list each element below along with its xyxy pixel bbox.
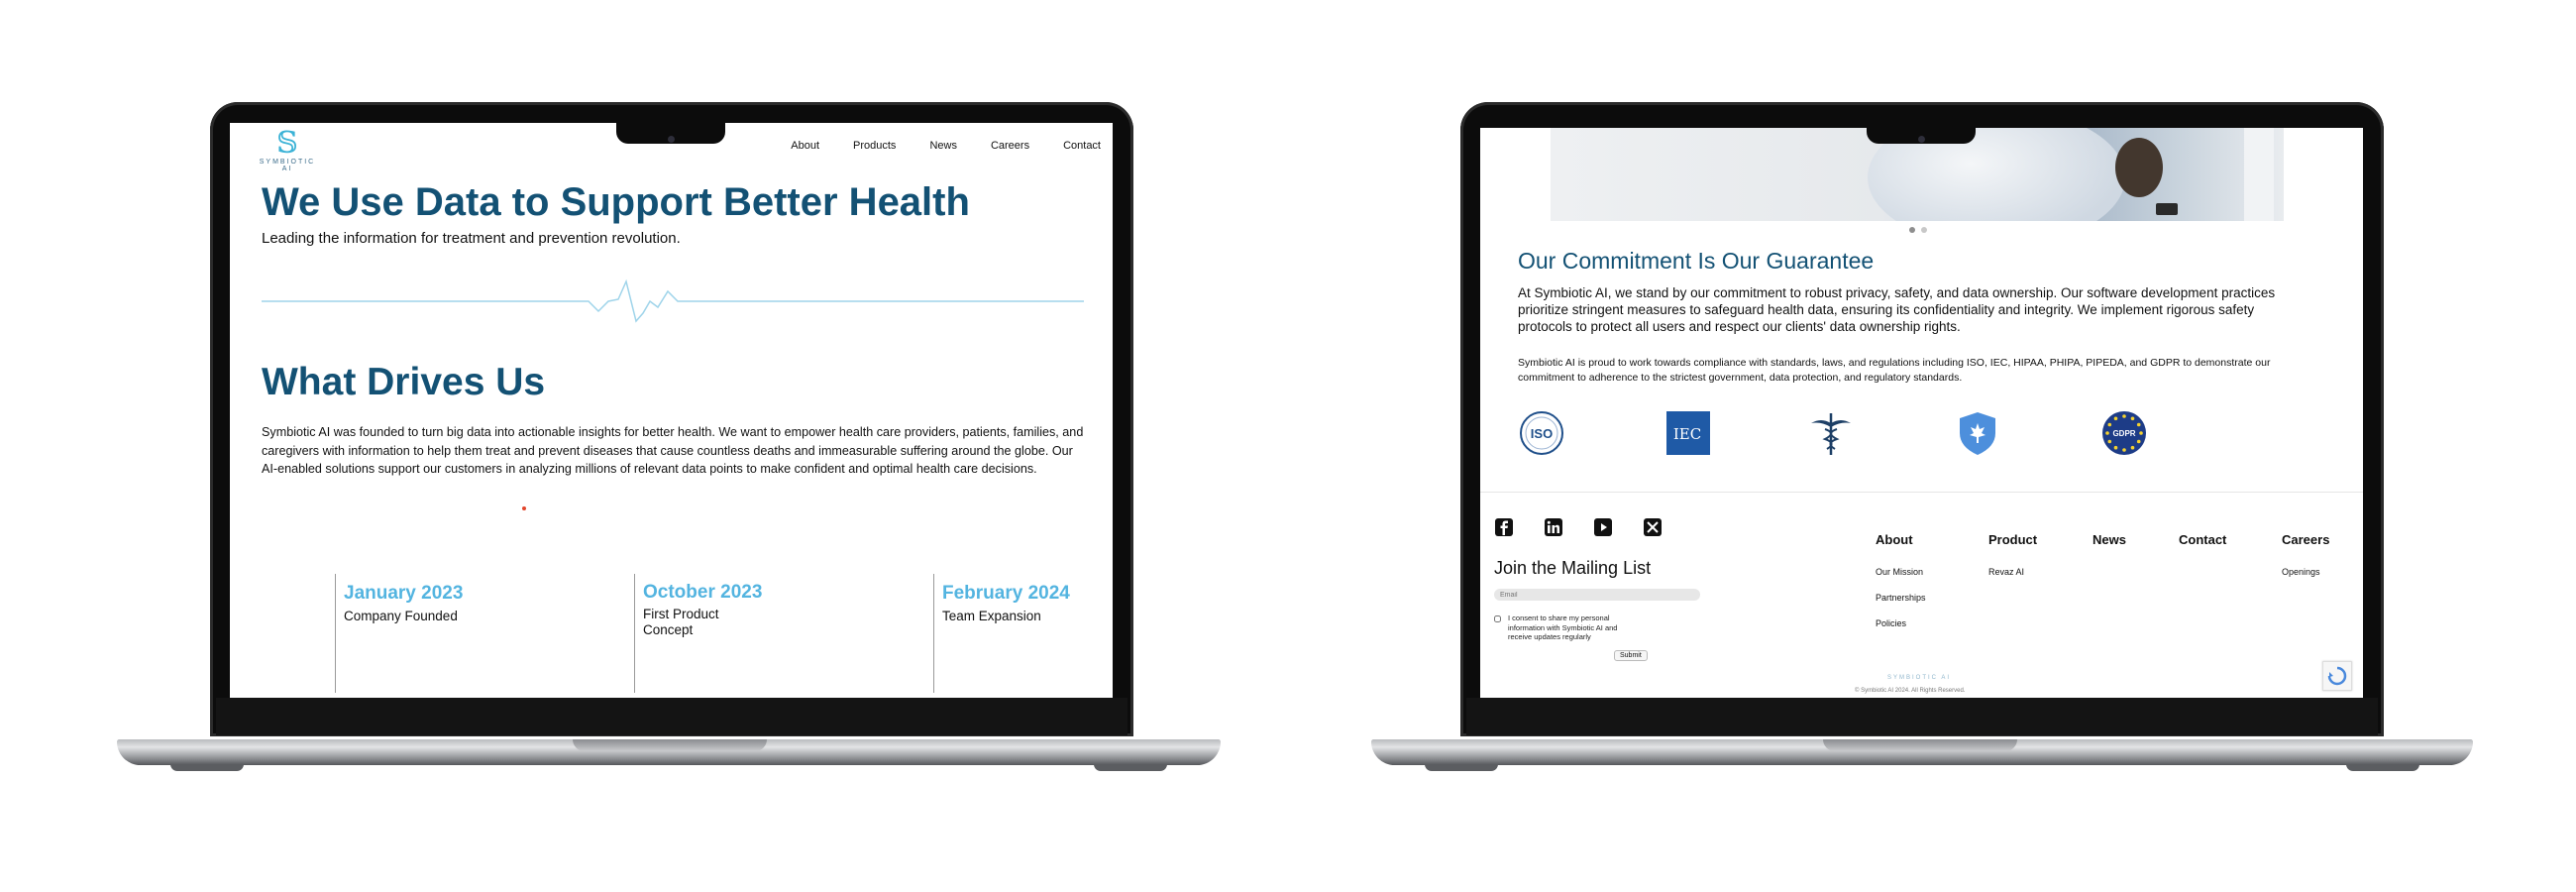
linkedin-icon[interactable] (1544, 517, 1563, 537)
footer-link-revaz-ai[interactable]: Revaz AI (1988, 567, 2024, 577)
footer-heading-product[interactable]: Product (1988, 532, 2037, 547)
footer-divider (1480, 492, 2363, 493)
laptop-foot (170, 764, 244, 771)
left-screen: 𝕊 SYMBIOTIC AI About Products News Caree… (230, 123, 1113, 698)
timeline-text: First Product Concept (643, 607, 719, 637)
camera-notch (616, 123, 725, 144)
caduceus-icon (1811, 413, 1851, 455)
footer-link-openings[interactable]: Openings (2282, 567, 2320, 577)
footer-heading-contact[interactable]: Contact (2179, 532, 2226, 547)
section-body: Symbiotic AI was founded to turn big dat… (262, 425, 1084, 476)
logo-wordmark: SYMBIOTIC AI (259, 159, 316, 172)
timeline-text: Team Expansion (942, 609, 1041, 623)
x-icon[interactable] (1643, 517, 1663, 537)
camera-icon (1918, 136, 1925, 143)
recaptcha-icon[interactable] (2322, 661, 2352, 691)
laptop-chin (216, 698, 1127, 735)
nav-news[interactable]: News (929, 140, 957, 152)
laptop-chin (1466, 698, 2378, 735)
consent-checkbox[interactable] (1494, 615, 1501, 622)
camera-notch (1867, 123, 1976, 144)
commitment-title: Our Commitment Is Our Guarantee (1518, 248, 1875, 274)
heartbeat-line-icon (262, 279, 1084, 323)
timeline-text: Company Founded (344, 609, 458, 623)
submit-button[interactable]: Submit (1614, 650, 1648, 661)
iso-badge-icon: ISO (1520, 411, 1563, 455)
nav-about[interactable]: About (791, 140, 819, 152)
commitment-paragraph: At Symbiotic AI, we stand by our commitm… (1518, 285, 2276, 334)
footer-link-partnerships[interactable]: Partnerships (1876, 593, 1926, 603)
site-logo[interactable]: 𝕊 SYMBIOTIC AI (258, 126, 317, 173)
svg-text:ISO: ISO (1531, 426, 1553, 441)
laptop-groove (573, 739, 767, 751)
hero-title: We Use Data to Support Better Health (262, 180, 970, 224)
red-dot (522, 506, 526, 510)
compliance-paragraph: Symbiotic AI is proud to work towards co… (1518, 357, 2271, 384)
footer-heading-about[interactable]: About (1876, 532, 1913, 547)
carousel-dots (1909, 227, 1927, 233)
youtube-icon[interactable] (1593, 517, 1613, 537)
svg-text:GDPR: GDPR (2112, 429, 2135, 438)
timeline-date: January 2023 (344, 583, 464, 604)
camera-icon (668, 136, 675, 143)
hero-subtitle: Leading the information for treatment an… (262, 230, 681, 247)
nav-products[interactable]: Products (853, 140, 896, 152)
laptop-groove (1823, 739, 2017, 751)
consent-label: I consent to share my personal informati… (1508, 613, 1618, 641)
footer-heading-careers[interactable]: Careers (2282, 532, 2329, 547)
timeline-line (933, 574, 934, 693)
timeline-line (335, 574, 336, 693)
footer-logo: SYMBIOTIC AI (1887, 675, 1952, 681)
nav-careers[interactable]: Careers (991, 140, 1029, 152)
iec-badge-icon: IEC (1666, 411, 1710, 455)
copyright-text: © Symbiotic AI 2024. All Rights Reserved… (1855, 688, 1966, 694)
svg-text:IEC: IEC (1673, 425, 1701, 443)
timeline-date: February 2024 (942, 583, 1070, 604)
gdpr-badge-icon: GDPR (2102, 411, 2146, 455)
mailing-list-title: Join the Mailing List (1494, 558, 1652, 578)
footer-heading-news[interactable]: News (2093, 532, 2126, 547)
right-screen: Our Commitment Is Our Guarantee At Symbi… (1480, 128, 2363, 698)
logo-mark-icon: 𝕊 (276, 126, 298, 161)
footer-link-policies[interactable]: Policies (1876, 618, 1906, 628)
timeline-line (634, 574, 635, 693)
footer-link-our-mission[interactable]: Our Mission (1876, 567, 1923, 577)
carousel-dot[interactable] (1909, 227, 1915, 233)
facebook-icon[interactable] (1494, 517, 1514, 537)
timeline-date: October 2023 (643, 582, 763, 603)
email-field[interactable] (1494, 589, 1700, 601)
laptop-foot (1094, 764, 1167, 771)
main-nav: About Products News Careers Contact (791, 140, 1101, 152)
canada-shield-icon (1960, 412, 1995, 455)
nav-contact[interactable]: Contact (1063, 140, 1101, 152)
section-title: What Drives Us (262, 361, 546, 403)
laptop-foot (1425, 764, 1498, 771)
carousel-dot[interactable] (1921, 227, 1927, 233)
laptop-foot (2346, 764, 2419, 771)
